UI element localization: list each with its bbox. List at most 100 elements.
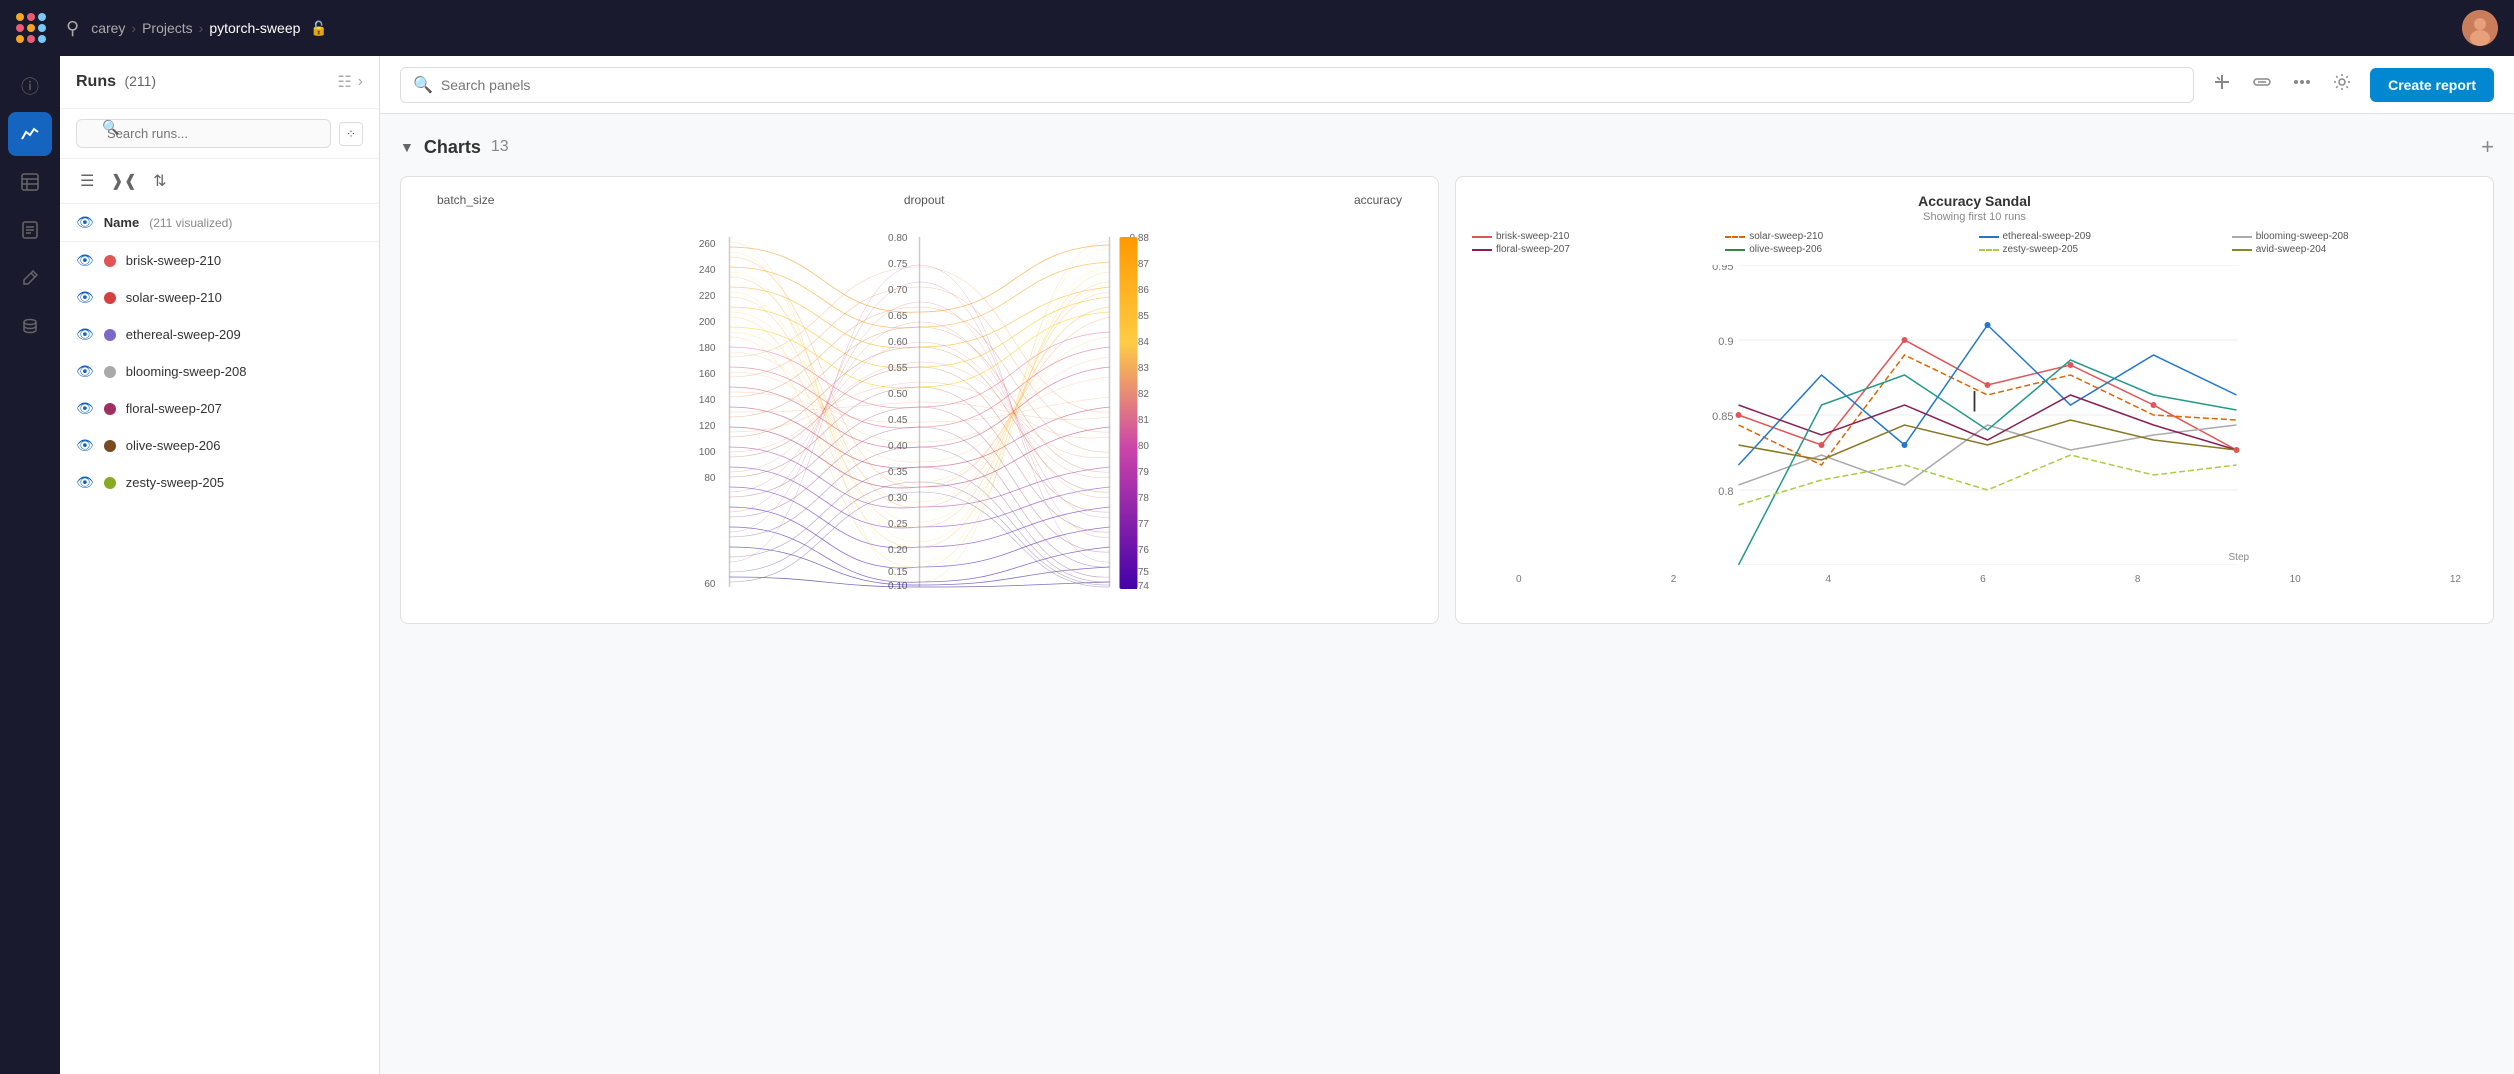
svg-text:100: 100 [699, 447, 716, 458]
sidebar-expand-icon[interactable]: › [358, 73, 363, 91]
x-label-4: 4 [1825, 574, 1831, 585]
filter-button[interactable]: ☰ [76, 167, 98, 195]
run-eye-icon[interactable]: 👁 [76, 363, 94, 380]
user-avatar[interactable] [2462, 10, 2498, 46]
sort-button[interactable]: ⇅ [149, 167, 170, 195]
accuracy-legend: brisk-sweep-210 solar-sweep-210 ethereal… [1472, 231, 2477, 255]
charts-grid: batch_size dropout accuracy 260 240 220 [400, 176, 2494, 624]
sidebar-run-item[interactable]: 👁 solar-sweep-210 [60, 279, 379, 316]
run-color-dot [104, 477, 116, 489]
section-count: 13 [491, 138, 509, 156]
sidebar-run-item[interactable]: 👁 zesty-sweep-205 [60, 464, 379, 501]
run-eye-icon[interactable]: 👁 [76, 437, 94, 454]
svg-text:60: 60 [704, 579, 716, 590]
accuracy-chart-title: Accuracy Sandal [1472, 193, 2477, 209]
svg-text:0.65: 0.65 [888, 311, 908, 322]
legend-ethereal: ethereal-sweep-209 [1979, 231, 2224, 242]
name-eye-icon[interactable]: 👁 [76, 214, 94, 231]
search-icon: 🔍 [413, 75, 433, 95]
svg-text:80: 80 [704, 473, 716, 484]
rail-info-icon[interactable]: ⓘ [8, 64, 52, 108]
header-toolbar-icons [2206, 66, 2358, 103]
create-report-button[interactable]: Create report [2370, 68, 2494, 102]
x-label-8: 8 [2135, 574, 2141, 585]
legend-line-avid [2232, 249, 2252, 251]
legend-line-solar [1725, 236, 1745, 238]
sidebar-run-item[interactable]: 👁 floral-sweep-207 [60, 390, 379, 427]
legend-line-olive [1725, 249, 1745, 251]
name-header-row: 👁 Name (211 visualized) [60, 204, 379, 242]
breadcrumb-repo[interactable]: pytorch-sweep [209, 20, 300, 36]
run-name-label: brisk-sweep-210 [126, 253, 221, 268]
sidebar-table-icon[interactable]: ☷ [337, 72, 351, 92]
rail-db-icon[interactable] [8, 304, 52, 348]
x-label-12: 12 [2450, 574, 2461, 585]
parallel-svg: 260 240 220 200 180 160 140 120 100 80 6… [417, 217, 1422, 607]
legend-line-zesty [1979, 249, 1999, 251]
run-color-dot [104, 255, 116, 267]
run-name-label: solar-sweep-210 [126, 290, 222, 305]
run-color-dot [104, 329, 116, 341]
x-label-6: 6 [1980, 574, 1986, 585]
rail-brush-icon[interactable] [8, 256, 52, 300]
legend-olive: olive-sweep-206 [1725, 244, 1970, 255]
sidebar-run-item[interactable]: 👁 blooming-sweep-208 [60, 353, 379, 390]
section-title: Charts [424, 137, 481, 158]
sidebar: Runs (211) ☷ › 🔍 ⁘ ☰ ❱❰ ⇅ 👁 Name (211 vi… [60, 56, 380, 1074]
sidebar-controls: ☰ ❱❰ ⇅ [60, 159, 379, 204]
svg-text:0.9: 0.9 [1718, 336, 1733, 348]
dots-icon[interactable] [2286, 66, 2318, 103]
sidebar-search-bar: 🔍 ⁘ [60, 109, 379, 159]
svg-text:180: 180 [699, 343, 716, 354]
sidebar-run-item[interactable]: 👁 brisk-sweep-210 [60, 242, 379, 279]
legend-line-brisk [1472, 236, 1492, 238]
section-chevron[interactable]: ▼ [400, 139, 414, 155]
axis-label-batch: batch_size [437, 193, 494, 207]
svg-text:260: 260 [699, 239, 716, 250]
add-panel-button[interactable]: + [2481, 134, 2494, 160]
svg-text:0.50: 0.50 [888, 389, 908, 400]
svg-text:140: 140 [699, 395, 716, 406]
expression-icon[interactable] [2206, 66, 2238, 103]
run-color-dot [104, 440, 116, 452]
run-eye-icon[interactable]: 👁 [76, 400, 94, 417]
charts-section-header: ▼ Charts 13 + [400, 134, 2494, 160]
run-eye-icon[interactable]: 👁 [76, 474, 94, 491]
app-logo [16, 13, 46, 43]
columns-button[interactable]: ❱❰ [106, 167, 141, 195]
run-eye-icon[interactable]: 👁 [76, 326, 94, 343]
sidebar-search-wrap: 🔍 [76, 119, 331, 148]
sidebar-search-icon: 🔍 [102, 119, 119, 136]
rail-table-icon[interactable] [8, 160, 52, 204]
search-panels-input[interactable] [441, 77, 2181, 93]
legend-avid: avid-sweep-204 [2232, 244, 2477, 255]
legend-line-blooming [2232, 236, 2252, 238]
axis-label-accuracy: accuracy [1354, 193, 1402, 207]
main-layout: ⓘ [0, 56, 2514, 1074]
run-eye-icon[interactable]: 👁 [76, 289, 94, 306]
sidebar-run-item[interactable]: 👁 olive-sweep-206 [60, 427, 379, 464]
sidebar-run-item[interactable]: 👁 ethereal-sweep-209 [60, 316, 379, 353]
legend-floral: floral-sweep-207 [1472, 244, 1717, 255]
smooth-icon[interactable] [2246, 66, 2278, 103]
svg-text:0.85: 0.85 [1712, 411, 1733, 423]
run-eye-icon[interactable]: 👁 [76, 252, 94, 269]
legend-blooming: blooming-sweep-208 [2232, 231, 2477, 242]
settings-icon[interactable] [2326, 66, 2358, 103]
run-color-dot [104, 403, 116, 415]
topnav-search-icon[interactable]: ⚲ [66, 18, 79, 39]
accuracy-svg: 0.95 0.9 0.85 0.8 [1516, 265, 2461, 565]
svg-text:120: 120 [699, 421, 716, 432]
run-name-label: blooming-sweep-208 [126, 364, 247, 379]
sidebar-run-list: 👁 brisk-sweep-210 👁 solar-sweep-210 👁 et… [60, 242, 379, 1074]
breadcrumb-user[interactable]: carey [91, 20, 125, 36]
breadcrumb-project[interactable]: Projects [142, 20, 193, 36]
run-color-dot [104, 366, 116, 378]
svg-text:0.8: 0.8 [1718, 486, 1733, 498]
rail-notes-icon[interactable] [8, 208, 52, 252]
x-label-2: 2 [1671, 574, 1677, 585]
legend-brisk: brisk-sweep-210 [1472, 231, 1717, 242]
rail-chart-icon[interactable] [8, 112, 52, 156]
svg-text:0.30: 0.30 [888, 493, 908, 504]
sidebar-filter-btn[interactable]: ⁘ [339, 122, 363, 146]
